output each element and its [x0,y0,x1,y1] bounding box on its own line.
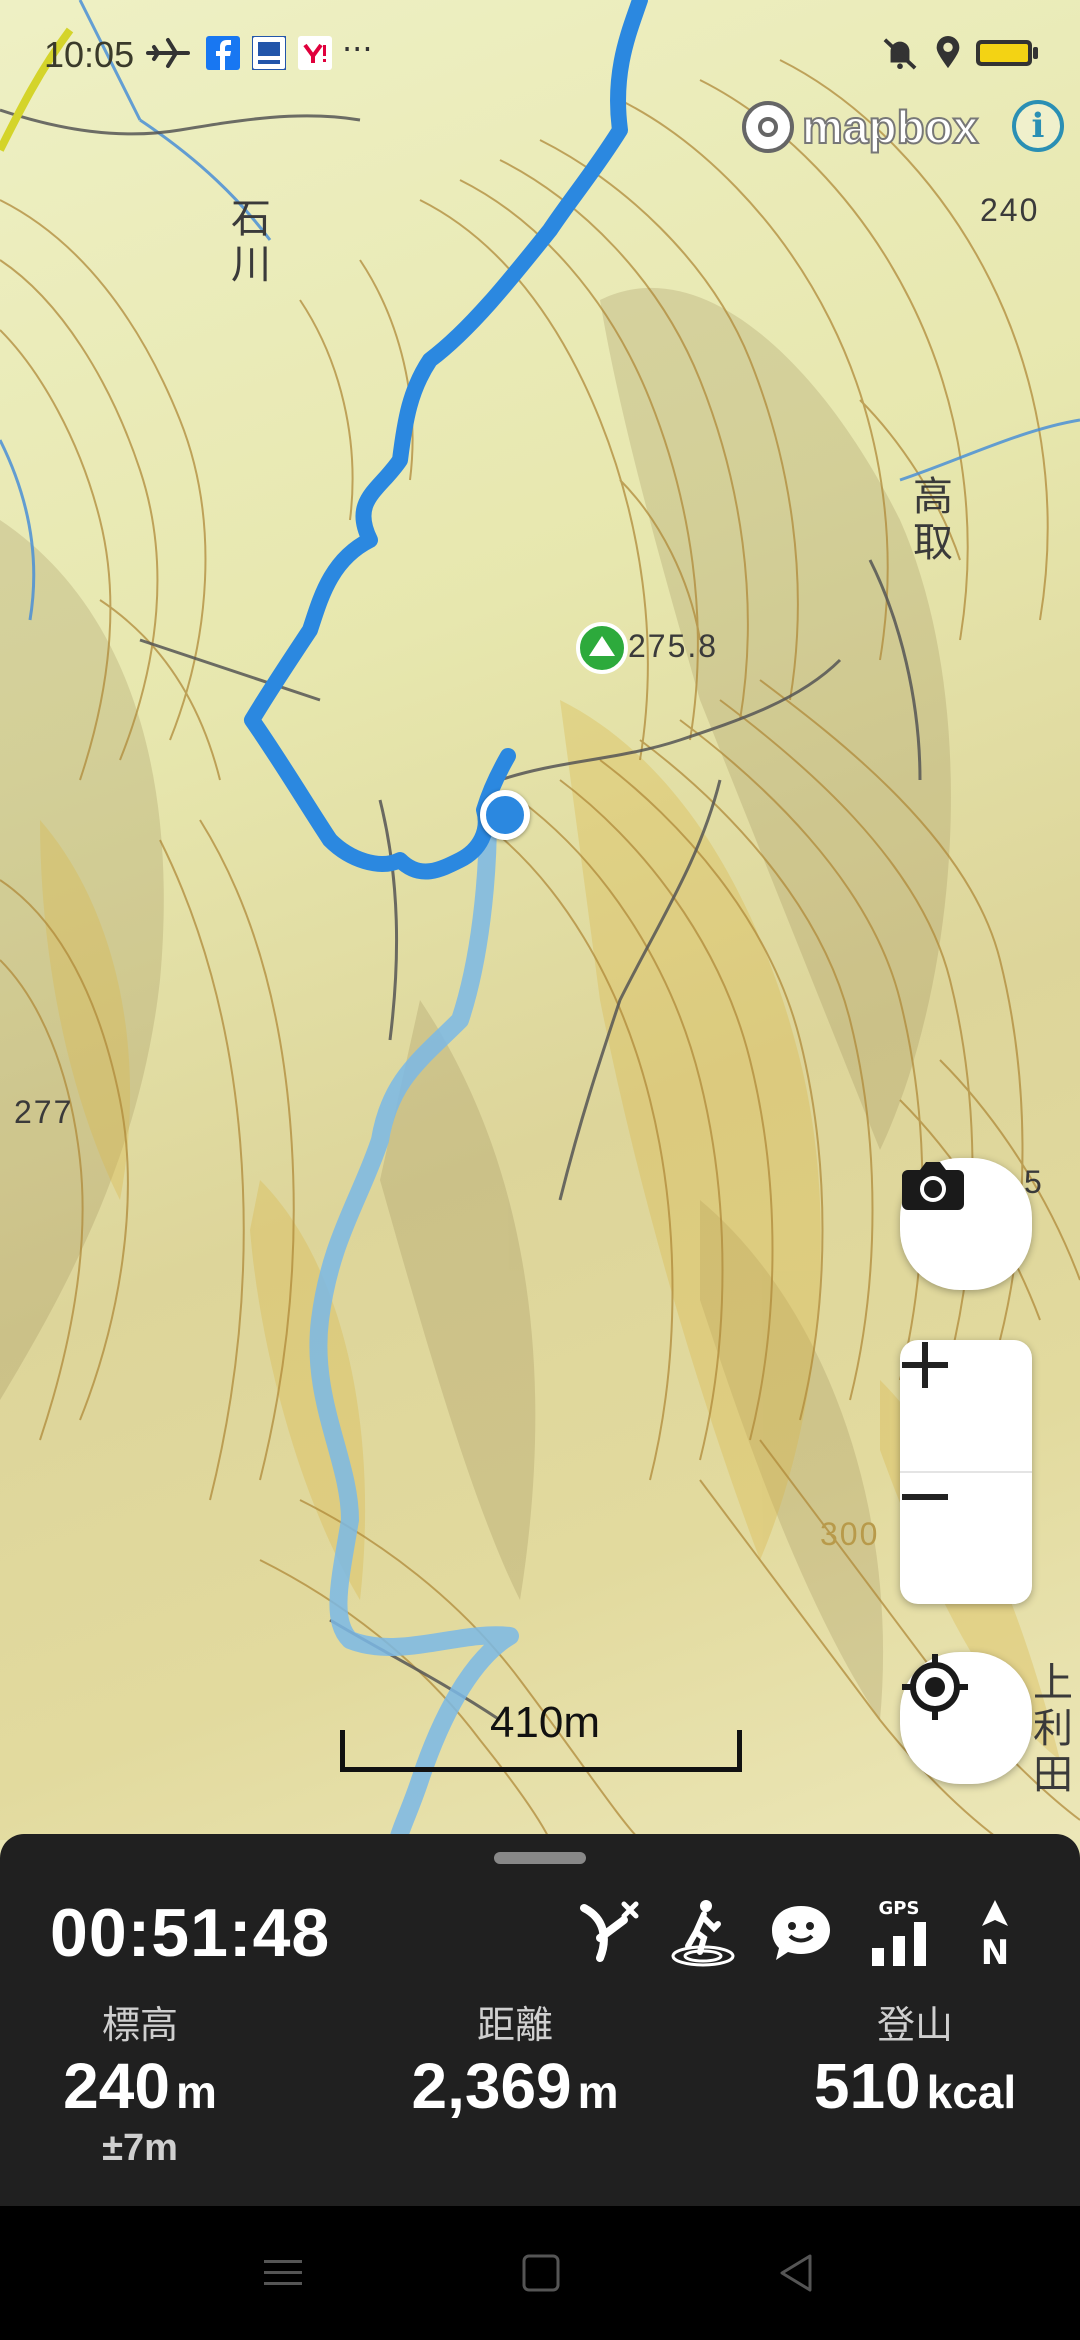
stat-calories-label: 登山 [876,2003,953,2047]
more-icon: ··· [342,30,373,68]
zoom-in-button[interactable] [900,1340,1032,1472]
zoom-controls [900,1340,1032,1604]
mapbox-wordmark: mapbox [801,100,979,154]
facebook-icon [206,36,240,70]
menu-icon[interactable] [260,2250,306,2296]
stat-calories-unit: kcal [926,2066,1017,2118]
stat-calories: 登山 510 kcal [780,1994,1050,2123]
stat-distance-value: 2,369 [411,2050,572,2122]
zoom-out-button[interactable] [900,1472,1032,1604]
location-icon [936,36,960,69]
current-location-dot [480,790,530,840]
attribution-info-button[interactable]: i [1012,100,1064,152]
elapsed-time: 00:51:48 [50,1895,331,1971]
stat-calories-value: 510 [813,2050,921,2122]
gps-signal-icon[interactable]: GPS [864,1898,934,1968]
crosshair-icon [902,1654,968,1720]
status-time: 10:05 [44,34,135,75]
app-icon [252,36,286,70]
off-route-icon[interactable] [574,1898,644,1968]
chat-icon[interactable] [766,1898,836,1968]
elevation-label-277: 277 [14,1094,74,1130]
vibrate-off-icon [883,38,917,70]
camera-button[interactable] [900,1158,1032,1290]
map-scale-label: 410m [489,1698,601,1747]
gps-label: GPS [879,1898,920,1919]
stats-panel[interactable]: 00:51:48 GPS N 標高 240 m ±7m 距離 2,369 m 登山 … [0,1834,1080,2206]
battery-icon [976,40,1038,66]
north-label: N [981,1933,1009,1968]
summit-marker-icon[interactable] [576,622,628,674]
north-arrow-icon[interactable]: N [960,1898,1030,1968]
map-view[interactable]: 240 275.8 277 300 5 石 川 高 取 上 利 田 mapbox… [0,0,1080,1840]
place-label-ishikawa: 石 川 [231,196,271,288]
elevation-label-300: 300 [820,1516,880,1552]
yahoo-icon [298,36,332,70]
hiker-icon[interactable] [668,1898,738,1968]
my-location-button[interactable] [900,1652,1032,1784]
stat-elevation: 標高 240 m ±7m [40,1994,240,2170]
status-bar: 10:05 ··· [0,0,1080,100]
airplane-icon [146,38,190,68]
elevation-label-240: 240 [980,192,1040,228]
stat-distance: 距離 2,369 m [380,1994,650,2123]
camera-icon [902,1162,964,1210]
stat-elevation-unit: m [175,2066,217,2118]
stat-distance-label: 距離 [476,2003,553,2047]
back-icon[interactable] [774,2250,820,2296]
stat-distance-unit: m [577,2066,619,2118]
home-icon[interactable] [518,2250,564,2296]
stat-elevation-accuracy: ±7m [102,2127,178,2169]
plus-icon [902,1342,948,1388]
stat-elevation-value: 240 [63,2050,170,2122]
minus-icon [902,1494,948,1500]
mapbox-logo-icon [742,101,794,153]
mapbox-attribution[interactable]: mapbox [742,96,979,158]
system-nav-bar [0,2206,1080,2340]
place-label-kamitoshida: 上 利 田 [1033,1660,1073,1798]
place-label-takatori: 高 取 [913,474,953,566]
panel-drag-handle[interactable] [494,1852,586,1864]
stat-elevation-label: 標高 [101,2003,178,2047]
summit-elevation-label: 275.8 [628,628,719,664]
